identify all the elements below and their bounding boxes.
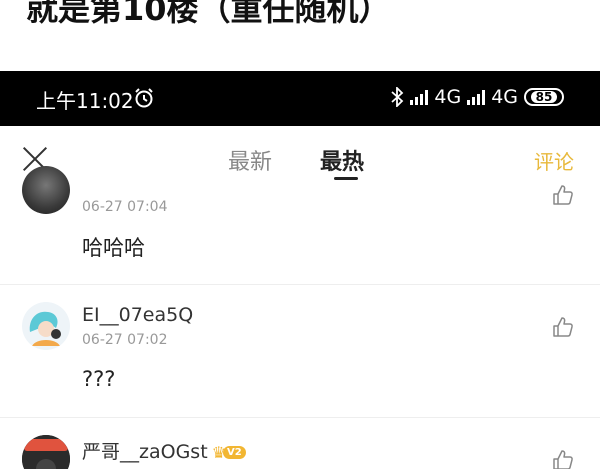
like-icon[interactable] — [552, 449, 574, 469]
network-type-2: 4G — [491, 86, 518, 108]
level-badge: ♛ V2 — [212, 443, 246, 462]
avatar-image — [22, 435, 70, 469]
comment-item: 严哥__zaOGst ♛ V2 — [0, 418, 600, 469]
username-row: 严哥__zaOGst ♛ V2 — [82, 437, 246, 464]
avatar[interactable] — [22, 435, 70, 469]
like-icon[interactable] — [552, 184, 574, 206]
comment-time: 06-27 07:02 — [82, 332, 168, 348]
level-label: V2 — [223, 446, 246, 459]
comment-time: 06-27 07:04 — [82, 199, 168, 215]
status-bar: 上午11:02 4G 4G 85 — [0, 71, 600, 126]
signal-icon — [467, 89, 486, 105]
avatar-image — [22, 302, 70, 350]
network-type-1: 4G — [434, 86, 462, 108]
comment-header: 最新 最热 评论 — [0, 126, 600, 190]
bluetooth-icon — [391, 87, 404, 107]
status-time: 上午11:02 — [36, 89, 134, 113]
avatar[interactable] — [22, 166, 70, 214]
comment-text: ??? — [82, 367, 116, 391]
avatar[interactable] — [22, 302, 70, 350]
battery-icon: 85 — [524, 88, 564, 106]
alarm-icon — [135, 88, 153, 108]
write-comment-button[interactable]: 评论 — [534, 146, 574, 175]
active-tab-indicator — [334, 177, 358, 180]
status-indicators: 4G 4G 85 — [390, 86, 564, 108]
comment-text: 哈哈哈 — [82, 236, 145, 260]
like-icon[interactable] — [552, 316, 574, 338]
signal-icon — [410, 89, 429, 105]
comment-item: 06-27 07:04 哈哈哈 — [0, 166, 600, 284]
battery-level: 85 — [530, 91, 558, 103]
tab-latest[interactable]: 最新 — [228, 144, 272, 176]
caption-text: 就是第10楼（重任随机） — [26, 0, 391, 28]
tab-hottest[interactable]: 最热 — [320, 144, 364, 176]
comment-item: EI__07ea5Q 06-27 07:02 ??? — [0, 285, 600, 417]
username[interactable]: 严哥__zaOGst — [82, 441, 208, 463]
username[interactable]: EI__07ea5Q — [82, 304, 193, 326]
